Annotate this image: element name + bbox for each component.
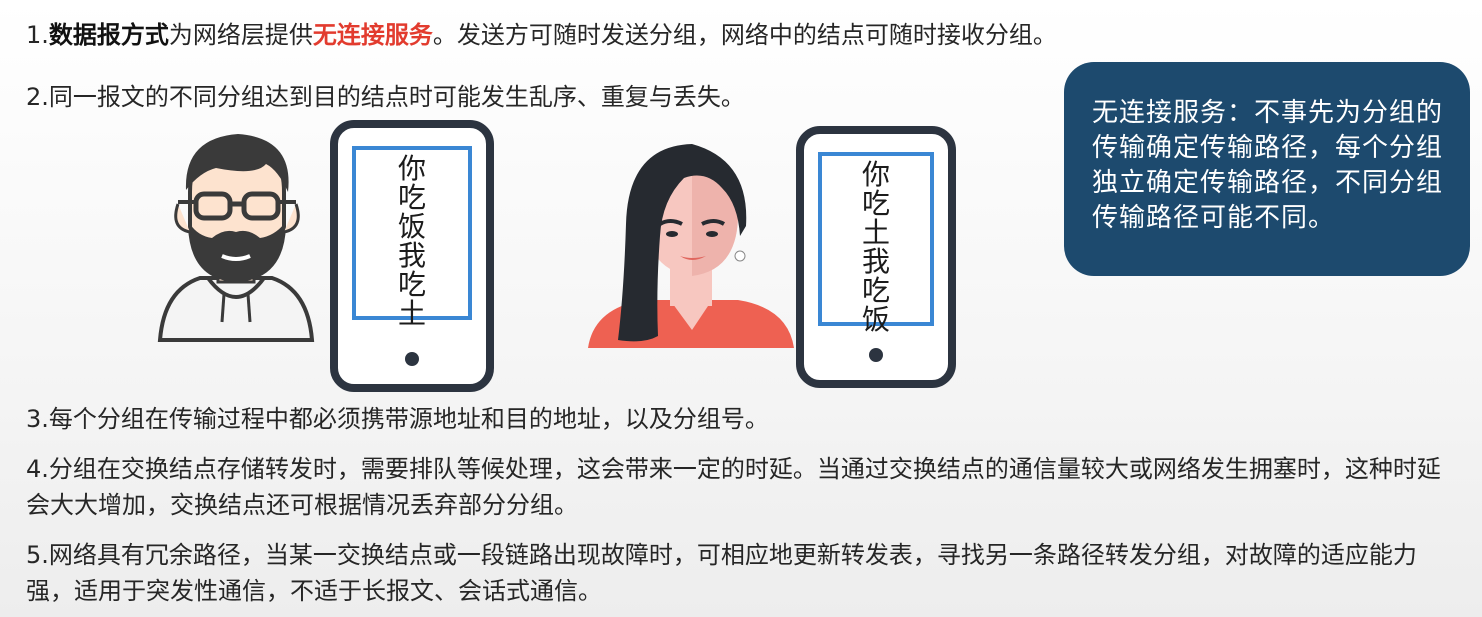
point-1-prefix: 1. <box>26 21 49 49</box>
phone-1: 你吃饭我吃土 <box>330 120 494 392</box>
phone-2-home-button <box>869 348 883 362</box>
point-1-term: 数据报方式 <box>48 21 169 49</box>
definition-callout-text: 无连接服务：不事先为分组的传输确定传输路径，每个分组独立确定传输路径，不同分组传… <box>1092 98 1444 233</box>
phone-1-message: 你吃饭我吃土 <box>397 152 426 330</box>
point-3: 3.每个分组在传输过程中都必须携带源地址和目的地址，以及分组号。 <box>26 405 769 433</box>
phone-2-message: 你吃土我吃饭 <box>861 158 890 336</box>
point-1: 1.数据报方式为网络层提供无连接服务。发送方可随时发送分组，网络中的结点可随时接… <box>26 18 1057 52</box>
phone-2-screen: 你吃土我吃饭 <box>818 152 934 334</box>
point-5: 5.网络具有冗余路径，当某一交换结点或一段链路出现故障时，可相应地更新转发表，寻… <box>26 541 1417 605</box>
point-1-mid: 为网络层提供 <box>168 21 313 49</box>
point-1-highlight: 无连接服务 <box>312 21 433 49</box>
point-1-rest: 。发送方可随时发送分组，网络中的结点可随时接收分组。 <box>432 21 1057 49</box>
point-2: 2.同一报文的不同分组达到目的结点时可能发生乱序、重复与丢失。 <box>26 83 745 111</box>
phone-1-screen: 你吃饭我吃土 <box>352 146 472 328</box>
phone-2: 你吃土我吃饭 <box>796 126 956 388</box>
bearded-man-icon <box>157 134 315 342</box>
definition-callout: 无连接服务：不事先为分组的传输确定传输路径，每个分组独立确定传输路径，不同分组传… <box>1064 62 1470 276</box>
woman-icon <box>588 144 794 348</box>
point-4: 4.分组在交换结点存储转发时，需要排队等候处理，这会带来一定的时延。当通过交换结… <box>26 455 1441 519</box>
phone-1-home-button <box>405 352 419 366</box>
